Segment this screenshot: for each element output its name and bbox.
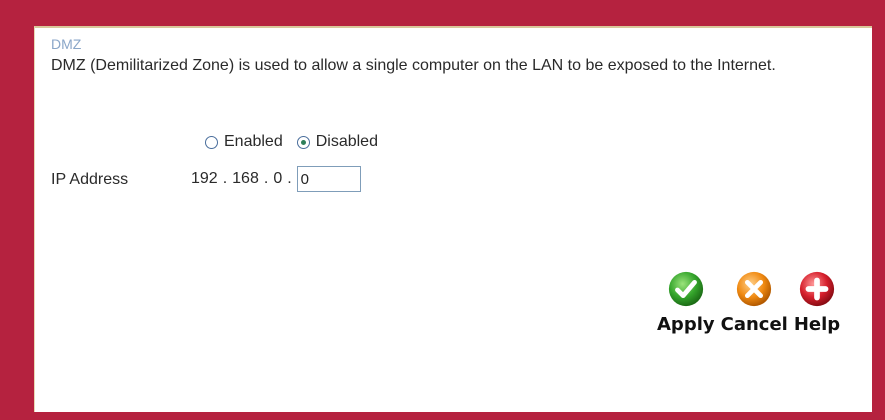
ip-address-label: IP Address [51, 171, 129, 188]
apply-button[interactable]: Apply [657, 270, 715, 335]
cancel-button[interactable]: Cancel [721, 270, 788, 335]
ip-separator: . [287, 170, 292, 187]
cancel-label: Cancel [720, 314, 788, 335]
dmz-panel: DMZ DMZ (Demilitarized Zone) is used to … [34, 26, 872, 412]
x-icon [737, 271, 772, 307]
plus-icon [799, 271, 835, 307]
router-frame: DMZ DMZ (Demilitarized Zone) is used to … [0, 0, 885, 420]
ip-octet-1: 192 [191, 170, 218, 187]
ip-address-row: 192 . 168 . 0 . [191, 166, 361, 192]
help-button[interactable]: Help [794, 270, 840, 335]
disabled-radio-label[interactable]: Disabled [316, 133, 378, 151]
disabled-radio[interactable] [296, 135, 310, 149]
ip-octet-3: 0 [273, 170, 283, 187]
section-description: DMZ (Demilitarized Zone) is used to allo… [51, 57, 776, 74]
section-title: DMZ [51, 36, 82, 52]
ip-separator: . [263, 170, 269, 187]
radio-selected-dot [300, 139, 306, 145]
action-buttons: Apply Cancel Help [657, 270, 840, 335]
check-icon [668, 271, 703, 307]
ip-last-octet-input[interactable] [296, 166, 361, 192]
apply-label: Apply [657, 314, 715, 335]
enabled-radio[interactable] [205, 135, 218, 149]
ip-octet-2: 168 [232, 170, 259, 187]
dmz-mode-radio-group: Enabled Disabled [205, 133, 386, 151]
enabled-radio-label[interactable]: Enabled [224, 133, 283, 151]
help-label: Help [793, 314, 841, 335]
ip-separator: . [222, 170, 228, 187]
